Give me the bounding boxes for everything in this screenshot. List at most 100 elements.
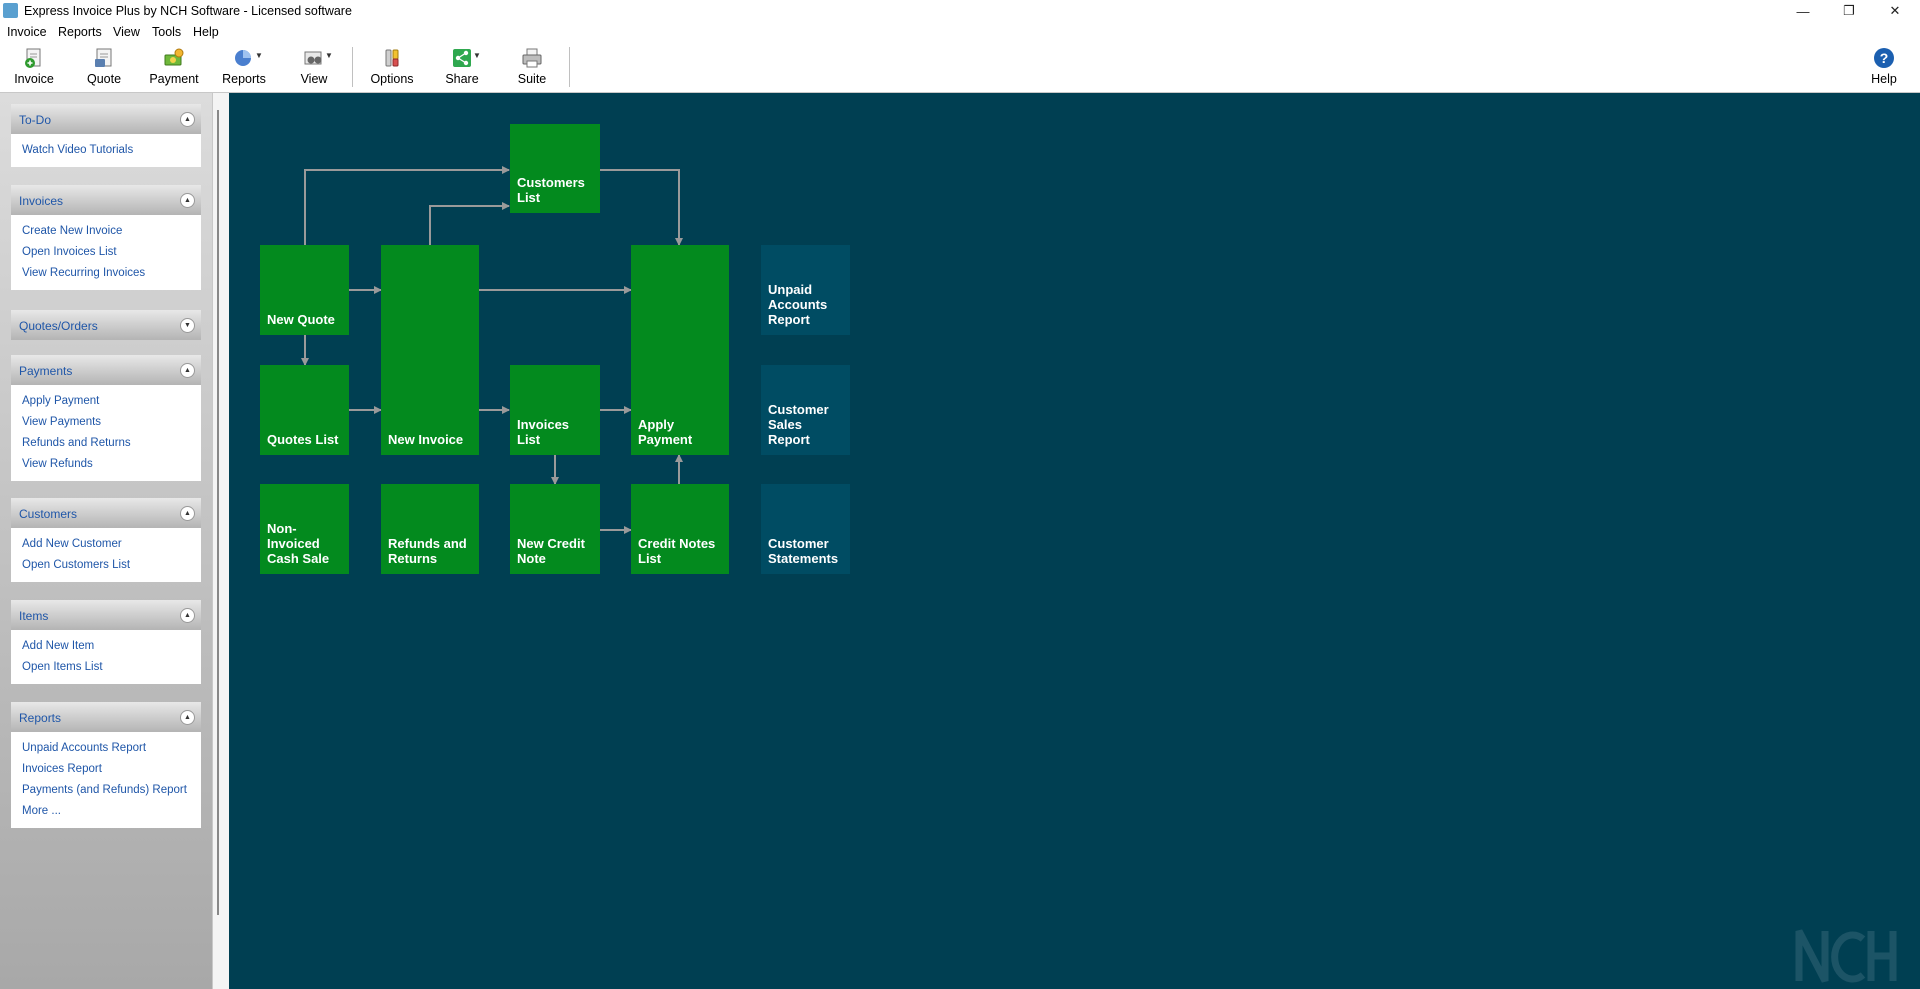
link-view-recurring-invoices[interactable]: View Recurring Invoices [11,263,201,284]
sidebar: To-Do ▲ Watch Video Tutorials Invoices ▲… [0,93,212,989]
panel-customers: Customers ▲ Add New Customer Open Custom… [11,498,201,582]
panel-header[interactable]: Customers ▲ [11,498,201,528]
toolbar: Invoice Quote Payment Reports ▼ View ▼ O… [0,42,1920,93]
tile-apply-payment[interactable]: Apply Payment [631,245,729,455]
panel-title: Payments [19,364,73,378]
panel-invoices: Invoices ▲ Create New Invoice Open Invoi… [11,185,201,290]
menu-view[interactable]: View [113,25,140,39]
help-toolbar-button[interactable]: ? Help [1866,44,1902,90]
panel-title: Customers [19,507,78,521]
panel-todo: To-Do ▲ Watch Video Tutorials [11,104,201,167]
invoice-toolbar-button[interactable]: Invoice [8,44,60,90]
panel-header[interactable]: To-Do ▲ [11,104,201,134]
invoice-button-label: Invoice [14,72,54,86]
collapse-icon[interactable]: ▲ [180,193,195,208]
panel-title: Quotes/Orders [19,319,98,333]
panel-title: Items [19,609,49,623]
svg-text:?: ? [1880,50,1889,66]
suite-toolbar-button[interactable]: Suite [510,44,554,90]
menu-bar: Invoice Reports View Tools Help [0,22,1920,42]
tile-unpaid-accounts-report[interactable]: Unpaid Accounts Report [761,245,850,335]
link-view-refunds[interactable]: View Refunds [11,454,201,475]
tile-new-invoice[interactable]: New Invoice [381,245,479,455]
panel-quotes-orders: Quotes/Orders ▼ [11,310,201,340]
tile-new-credit-note[interactable]: New Credit Note [510,484,600,574]
reports-button-label: Reports [222,72,266,86]
toolbar-separator [352,47,353,87]
tile-invoices-list[interactable]: Invoices List [510,365,600,455]
link-refunds-and-returns[interactable]: Refunds and Returns [11,433,201,454]
connector-quote-to-customers [304,166,510,245]
tile-refunds-and-returns[interactable]: Refunds and Returns [381,484,479,574]
tile-customer-sales-report[interactable]: Customer Sales Report [761,365,850,455]
minimize-button[interactable]: — [1780,0,1826,22]
link-invoices-report[interactable]: Invoices Report [11,759,201,780]
share-icon [453,49,471,67]
options-tools-icon [385,49,399,67]
view-dropdown-arrow-icon[interactable]: ▼ [325,51,333,60]
panel-payments: Payments ▲ Apply Payment View Payments R… [11,355,201,481]
sidebar-splitter[interactable] [212,93,229,989]
menu-invoice[interactable]: Invoice [7,25,47,39]
tile-new-quote[interactable]: New Quote [260,245,349,335]
expand-icon[interactable]: ▼ [180,318,195,333]
collapse-icon[interactable]: ▲ [180,506,195,521]
link-view-payments[interactable]: View Payments [11,412,201,433]
link-add-new-item[interactable]: Add New Item [11,636,201,657]
options-button-label: Options [370,72,414,86]
collapse-icon[interactable]: ▲ [180,608,195,623]
menu-reports[interactable]: Reports [58,25,102,39]
collapse-icon[interactable]: ▲ [180,710,195,725]
quote-button-label: Quote [86,72,122,86]
panel-header[interactable]: Items ▲ [11,600,201,630]
binoculars-icon [304,51,322,65]
new-invoice-icon [25,48,41,68]
panel-items: Items ▲ Add New Item Open Items List [11,600,201,684]
panel-title: Reports [19,711,62,725]
restore-button[interactable]: ❐ [1826,0,1872,22]
connector-invoice-to-customers [429,202,510,245]
link-open-customers-list[interactable]: Open Customers List [11,555,201,576]
link-more-reports[interactable]: More ... [11,801,201,822]
workflow-area: Customers List New Quote New Invoice Appl… [229,93,1920,989]
menu-tools[interactable]: Tools [152,25,181,39]
reports-dropdown-arrow-icon[interactable]: ▼ [255,51,263,60]
collapse-icon[interactable]: ▲ [180,112,195,127]
collapse-icon[interactable]: ▲ [180,363,195,378]
tile-customer-statements[interactable]: Customer Statements [761,484,850,574]
link-unpaid-accounts-report[interactable]: Unpaid Accounts Report [11,738,201,759]
link-apply-payment[interactable]: Apply Payment [11,391,201,412]
share-button-label: Share [445,72,479,86]
link-watch-video-tutorials[interactable]: Watch Video Tutorials [11,140,201,161]
panel-title: To-Do [19,113,52,127]
suite-printer-icon [522,48,542,68]
link-open-items-list[interactable]: Open Items List [11,657,201,678]
link-payments-refunds-report[interactable]: Payments (and Refunds) Report [11,780,201,801]
link-create-new-invoice[interactable]: Create New Invoice [11,221,201,242]
share-dropdown-arrow-icon[interactable]: ▼ [473,51,481,60]
panel-reports: Reports ▲ Unpaid Accounts Report Invoice… [11,702,201,828]
view-button-label: View [300,72,328,86]
payment-toolbar-button[interactable]: Payment [146,44,202,90]
quote-toolbar-button[interactable]: Quote [80,44,128,90]
options-toolbar-button[interactable]: Options [366,44,418,90]
money-icon [164,48,184,66]
tile-quotes-list[interactable]: Quotes List [260,365,349,455]
connector-customers-to-payment [600,169,683,246]
panel-header[interactable]: Reports ▲ [11,702,201,732]
panel-header[interactable]: Quotes/Orders ▼ [11,310,201,340]
help-question-icon: ? [1874,48,1894,68]
panel-header[interactable]: Payments ▲ [11,355,201,385]
menu-help[interactable]: Help [193,25,219,39]
panel-title: Invoices [19,194,64,208]
tile-credit-notes-list[interactable]: Credit Notes List [631,484,729,574]
link-open-invoices-list[interactable]: Open Invoices List [11,242,201,263]
link-add-new-customer[interactable]: Add New Customer [11,534,201,555]
tile-customers-list[interactable]: Customers List [510,124,600,213]
panel-header[interactable]: Invoices ▲ [11,185,201,215]
nch-logo-watermark [1795,929,1897,983]
tile-non-invoiced-cash-sale[interactable]: Non- Invoiced Cash Sale [260,484,349,574]
app-icon [3,3,18,18]
sidebar-scrollbar[interactable] [217,110,219,915]
close-button[interactable]: ✕ [1872,0,1918,22]
